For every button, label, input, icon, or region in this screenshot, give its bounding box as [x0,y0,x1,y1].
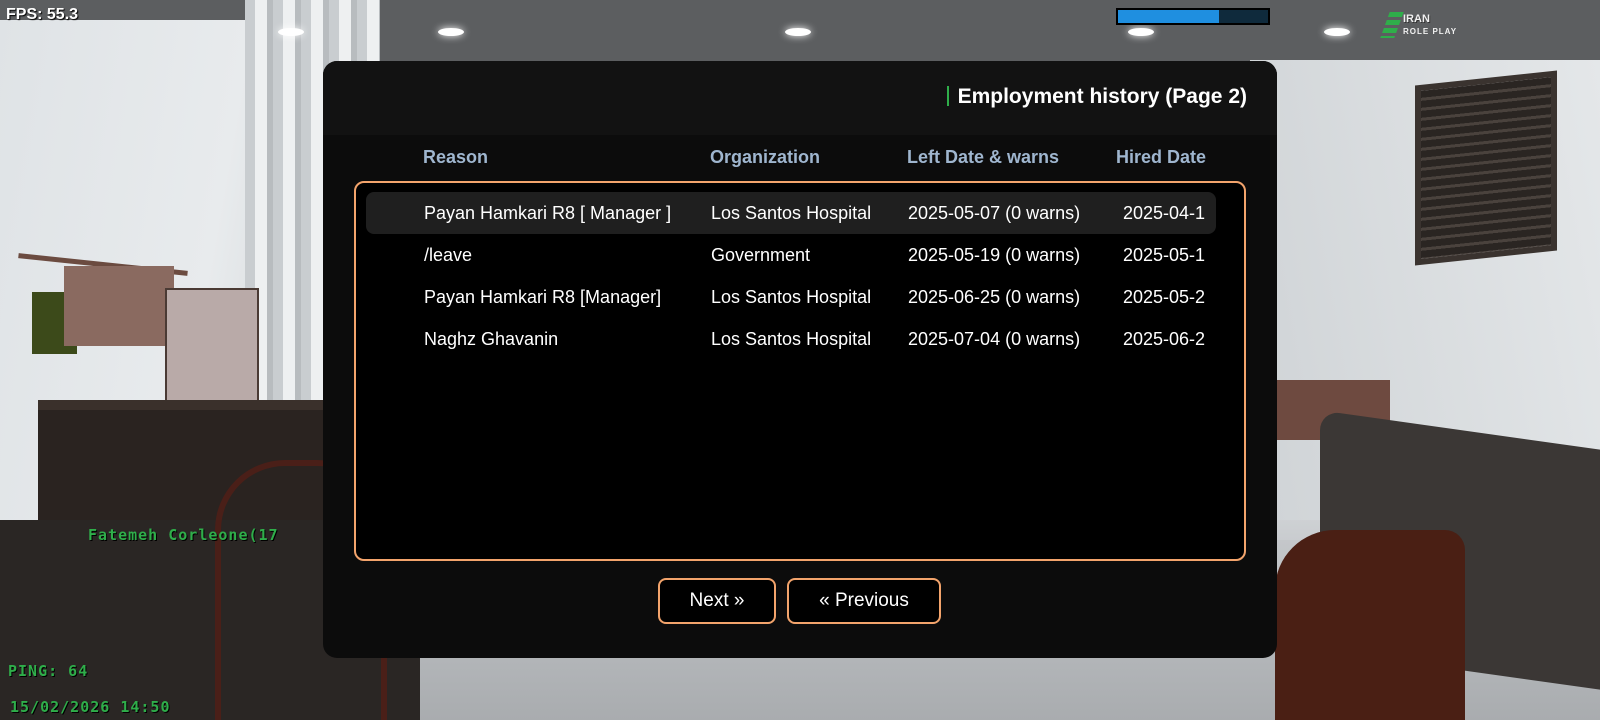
wall-vent [1415,70,1557,266]
cell-left-date: 2025-06-25 (0 warns) [908,287,1081,307]
title-marker-icon [946,86,949,106]
towel [165,288,259,402]
cell-hired-date: 2025-05-2 [1123,287,1206,307]
next-button[interactable]: Next » [658,578,776,624]
ping-indicator: PING: 64 [8,662,89,680]
ceiling-light [1324,28,1350,36]
table-row[interactable]: Payan Hamkari R8 [ Manager ] Los Santos … [366,192,1216,234]
cell-hired-date: 2025-06-2 [1123,329,1206,349]
column-header-organization: Organization [710,147,821,167]
health-bar-fill [1118,10,1219,23]
cell-hired-date: 2025-04-1 [1123,203,1206,223]
server-logo-subtitle: ROLE PLAY [1403,27,1458,36]
table-row[interactable]: Naghz Ghavanin Los Santos Hospital 2025-… [366,318,1216,360]
cell-organization: Government [711,245,811,265]
server-logo: IRAN ROLE PLAY [1380,12,1480,38]
ceiling-light [278,28,304,36]
server-logo-title: IRAN [1403,13,1430,25]
history-list[interactable]: Payan Hamkari R8 [ Manager ] Los Santos … [354,181,1246,561]
cell-organization: Los Santos Hospital [711,287,872,307]
cell-organization: Los Santos Hospital [711,329,872,349]
table-row[interactable]: Payan Hamkari R8 [Manager] Los Santos Ho… [366,276,1216,318]
cell-hired-date: 2025-05-1 [1123,245,1206,265]
towel [64,266,174,346]
fps-counter: FPS: 55.3 [6,6,79,23]
table-row[interactable]: /leave Government 2025-05-19 (0 warns) 2… [366,234,1216,276]
cell-reason: Payan Hamkari R8 [ Manager ] [424,203,672,223]
cell-reason: /leave [424,245,473,265]
health-bar [1116,8,1270,25]
cell-reason: Payan Hamkari R8 [Manager] [424,287,662,307]
cell-organization: Los Santos Hospital [711,203,872,223]
date-time: 15/02/2026 14:50 [10,698,171,716]
ceiling-light [785,28,811,36]
column-header-hired-date: Hired Date [1116,147,1207,167]
previous-button[interactable]: « Previous [787,578,941,624]
column-header-reason: Reason [423,147,489,167]
sofa-arm [1275,530,1465,720]
dialog-header: Employment history (Page 2) [323,61,1277,135]
player-nametag: Fatemeh Corleone(17 [88,526,279,544]
cell-reason: Naghz Ghavanin [424,329,559,349]
cell-left-date: 2025-05-07 (0 warns) [908,203,1081,223]
ceiling-light [438,28,464,36]
dialog-title-wrapper: Employment history (Page 2) [946,85,1247,109]
cell-left-date: 2025-07-04 (0 warns) [908,329,1081,349]
cell-left-date: 2025-05-19 (0 warns) [908,245,1081,265]
dialog-title: Employment history (Page 2) [957,85,1247,108]
employment-history-dialog: Employment history (Page 2) Reason Organ… [323,61,1277,658]
column-header-left-date: Left Date & warns [907,147,1060,167]
ceiling-light [1128,28,1154,36]
